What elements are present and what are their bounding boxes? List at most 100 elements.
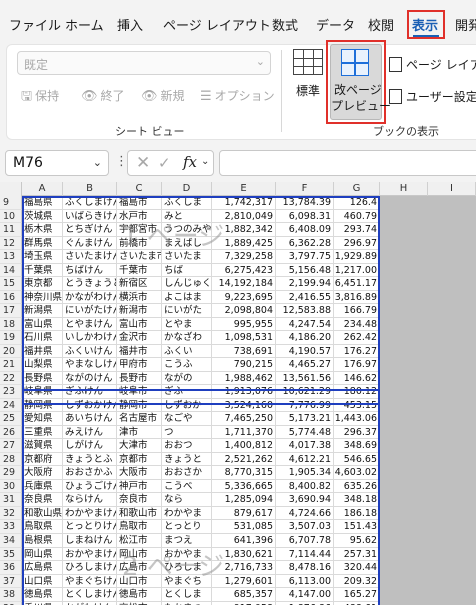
table-cell[interactable]: ふくしま bbox=[162, 196, 212, 210]
row-number[interactable]: 28 bbox=[0, 452, 22, 467]
row-number[interactable]: 18 bbox=[0, 317, 22, 332]
row-number[interactable]: 33 bbox=[0, 520, 22, 534]
table-cell[interactable]: 4,612.21 bbox=[276, 452, 334, 467]
table-cell[interactable]: 富山県 bbox=[22, 317, 63, 332]
menu-developer[interactable]: 開発 bbox=[455, 15, 476, 34]
table-cell[interactable]: 3,690.94 bbox=[276, 493, 334, 507]
table-cell[interactable]: 津市 bbox=[117, 425, 162, 440]
sheet-view-dropdown[interactable]: 既定 ⌄ bbox=[17, 51, 271, 75]
table-cell[interactable]: 320.44 bbox=[334, 561, 380, 575]
table-cell[interactable]: 641,396 bbox=[212, 534, 276, 548]
table-cell[interactable]: 岐阜市 bbox=[117, 385, 162, 399]
keep-button[interactable]: 🖫 保持 bbox=[21, 87, 59, 109]
page-layout-view-button[interactable]: ページ レイアウ bbox=[389, 56, 476, 73]
menu-home[interactable]: ホーム bbox=[65, 15, 104, 34]
table-cell[interactable]: 奈良市 bbox=[117, 493, 162, 507]
table-cell[interactable]: とっとりけん bbox=[63, 520, 117, 534]
table-cell[interactable]: みと bbox=[162, 209, 212, 224]
table-cell[interactable]: しまねけん bbox=[63, 534, 117, 548]
table-cell[interactable]: よこはま bbox=[162, 290, 212, 305]
table-cell[interactable]: 2,716,733 bbox=[212, 561, 276, 575]
column-header-b[interactable]: B bbox=[63, 182, 117, 196]
normal-view-icon[interactable] bbox=[293, 49, 323, 75]
table-cell[interactable]: 1,742,317 bbox=[212, 196, 276, 210]
table-cell[interactable]: 4,247.54 bbox=[276, 317, 334, 332]
row-number[interactable]: 32 bbox=[0, 506, 22, 521]
row-number[interactable]: 37 bbox=[0, 574, 22, 589]
table-cell[interactable]: こうふ bbox=[162, 358, 212, 372]
row-number[interactable]: 12 bbox=[0, 236, 22, 251]
table-cell[interactable]: 福井市 bbox=[117, 344, 162, 359]
table-cell[interactable]: 長野県 bbox=[22, 371, 63, 386]
table-cell[interactable]: やまぐちけん bbox=[63, 574, 117, 589]
table-cell[interactable]: 460.79 bbox=[334, 209, 380, 224]
row-number[interactable]: 21 bbox=[0, 358, 22, 372]
table-cell[interactable]: かなざわ bbox=[162, 331, 212, 345]
table-cell[interactable]: 3,797.75 bbox=[276, 250, 334, 264]
exit-button[interactable]: 👁 終了 bbox=[81, 87, 125, 104]
table-cell[interactable]: 453.15 bbox=[334, 398, 380, 413]
check-icon[interactable]: ✓ bbox=[158, 154, 171, 172]
table-cell[interactable]: 166.79 bbox=[334, 304, 380, 318]
row-number[interactable]: 29 bbox=[0, 466, 22, 480]
table-cell[interactable]: おおつ bbox=[162, 439, 212, 453]
table-cell[interactable]: 京都市 bbox=[117, 452, 162, 467]
table-cell[interactable]: 1,876.86 bbox=[276, 601, 334, 605]
table-cell[interactable]: 石川県 bbox=[22, 331, 63, 345]
table-cell[interactable]: ながの bbox=[162, 371, 212, 386]
row-number[interactable]: 25 bbox=[0, 412, 22, 426]
table-cell[interactable]: しがけん bbox=[63, 439, 117, 453]
table-cell[interactable]: おかやまけん bbox=[63, 547, 117, 562]
table-cell[interactable]: きょうと bbox=[162, 452, 212, 467]
row-number[interactable]: 14 bbox=[0, 263, 22, 278]
table-cell[interactable]: やまなしけん bbox=[63, 358, 117, 372]
table-cell[interactable]: 165.27 bbox=[334, 588, 380, 602]
table-cell[interactable]: ならけん bbox=[63, 493, 117, 507]
table-cell[interactable]: 635.26 bbox=[334, 479, 380, 494]
table-cell[interactable]: かがわけん bbox=[63, 601, 117, 605]
table-cell[interactable]: しずおかけん bbox=[63, 398, 117, 413]
table-cell[interactable]: こうべ bbox=[162, 479, 212, 494]
row-number[interactable]: 17 bbox=[0, 304, 22, 318]
table-cell[interactable]: さいたまけん bbox=[63, 250, 117, 264]
table-cell[interactable]: 14,192,184 bbox=[212, 277, 276, 291]
table-cell[interactable]: ふくしまけん bbox=[63, 196, 117, 210]
table-cell[interactable]: 和歌山市 bbox=[117, 506, 162, 521]
table-cell[interactable]: 栃木県 bbox=[22, 223, 63, 237]
table-cell[interactable]: とくしま bbox=[162, 588, 212, 602]
row-number[interactable]: 24 bbox=[0, 398, 22, 413]
custom-views-button[interactable]: ユーザー設定の bbox=[389, 88, 476, 105]
table-cell[interactable]: 静岡市 bbox=[117, 398, 162, 413]
table-cell[interactable]: 福島県 bbox=[22, 196, 63, 210]
table-cell[interactable]: 三重県 bbox=[22, 425, 63, 440]
table-cell[interactable]: 6,451.17 bbox=[334, 277, 380, 291]
table-cell[interactable]: 348.69 bbox=[334, 439, 380, 453]
table-cell[interactable]: ながのけん bbox=[63, 371, 117, 386]
table-cell[interactable]: ぐんまけん bbox=[63, 236, 117, 251]
menu-review[interactable]: 校閲 bbox=[368, 15, 394, 34]
table-cell[interactable]: ぎふ bbox=[162, 385, 212, 399]
table-cell[interactable]: 262.42 bbox=[334, 331, 380, 345]
table-cell[interactable]: うつのみや bbox=[162, 223, 212, 237]
table-cell[interactable]: 685,357 bbox=[212, 588, 276, 602]
table-cell[interactable]: ひょうごけん bbox=[63, 479, 117, 494]
table-cell[interactable]: 4,724.66 bbox=[276, 506, 334, 521]
column-header-e[interactable]: E bbox=[212, 182, 276, 196]
table-cell[interactable]: 宇都宮市 bbox=[117, 223, 162, 237]
table-cell[interactable]: 1,882,342 bbox=[212, 223, 276, 237]
table-cell[interactable]: 546.65 bbox=[334, 452, 380, 467]
table-cell[interactable]: 13,561.56 bbox=[276, 371, 334, 386]
table-cell[interactable]: 3,816.89 bbox=[334, 290, 380, 305]
table-cell[interactable]: 488.61 bbox=[334, 601, 380, 605]
table-cell[interactable]: 広島市 bbox=[117, 561, 162, 575]
menu-insert[interactable]: 挿入 bbox=[117, 15, 143, 34]
table-cell[interactable]: 徳島市 bbox=[117, 588, 162, 602]
options-button[interactable]: ☰ オプション bbox=[200, 87, 275, 104]
column-header-i[interactable]: I bbox=[428, 182, 476, 196]
table-cell[interactable]: さいたま市 bbox=[117, 250, 162, 264]
table-cell[interactable]: 2,199.94 bbox=[276, 277, 334, 291]
table-cell[interactable]: 2,416.55 bbox=[276, 290, 334, 305]
table-cell[interactable]: 151.43 bbox=[334, 520, 380, 534]
table-cell[interactable]: 高松市 bbox=[117, 601, 162, 605]
table-cell[interactable]: 岡山県 bbox=[22, 547, 63, 562]
